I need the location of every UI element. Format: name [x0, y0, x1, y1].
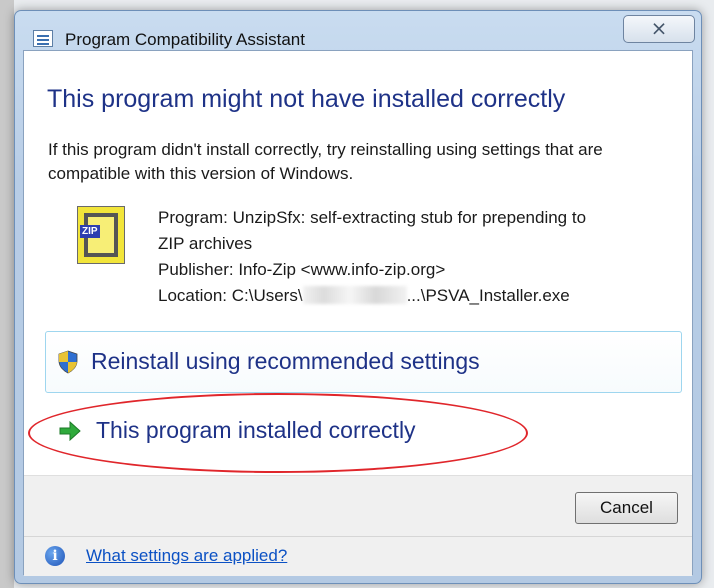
installed-correctly-label: This program installed correctly	[96, 417, 416, 443]
background-left-strip	[0, 0, 14, 588]
window-app-icon	[33, 30, 53, 47]
dialog-description: If this program didn't install correctly…	[48, 140, 603, 183]
compatibility-dialog: Program Compatibility Assistant ⨯ This p…	[14, 10, 702, 584]
program-location: Location: C:\Users\ ...\PSVA_Installer.ex…	[158, 283, 678, 309]
location-suffix: ...\PSVA_Installer.exe	[406, 286, 570, 305]
installed-correctly-option-button[interactable]: This program installed correctly	[45, 401, 682, 463]
reinstall-option-button[interactable]: Reinstall using recommended settings	[45, 331, 682, 393]
program-name-line2: ZIP archives	[158, 234, 253, 253]
footer: i What settings are applied?	[24, 536, 692, 576]
window-title: Program Compatibility Assistant	[65, 30, 305, 49]
info-icon: i	[45, 546, 65, 566]
dialog-content: This program might not have installed co…	[23, 50, 693, 576]
title-bar[interactable]: Program Compatibility Assistant ⨯	[15, 11, 701, 49]
redacted-username	[302, 286, 407, 304]
cancel-button[interactable]: Cancel	[575, 492, 678, 524]
program-publisher: Publisher: Info-Zip <www.info-zip.org>	[158, 260, 446, 279]
green-arrow-icon	[59, 421, 81, 441]
settings-applied-link[interactable]: What settings are applied?	[86, 546, 287, 566]
program-info: Program: UnzipSfx: self-extracting stub …	[158, 205, 678, 309]
uac-shield-icon	[58, 350, 78, 374]
close-icon: ⨯	[650, 16, 668, 40]
location-prefix: Location: C:\Users\	[158, 286, 303, 305]
zip-archive-icon: ZIP	[77, 206, 125, 264]
close-button[interactable]: ⨯	[623, 15, 695, 43]
program-name-line1: Program: UnzipSfx: self-extracting stub …	[158, 208, 587, 227]
reinstall-option-label: Reinstall using recommended settings	[91, 348, 480, 374]
button-area: Cancel	[24, 475, 692, 536]
zip-icon-label: ZIP	[80, 225, 100, 238]
dialog-heading: This program might not have installed co…	[47, 85, 566, 113]
